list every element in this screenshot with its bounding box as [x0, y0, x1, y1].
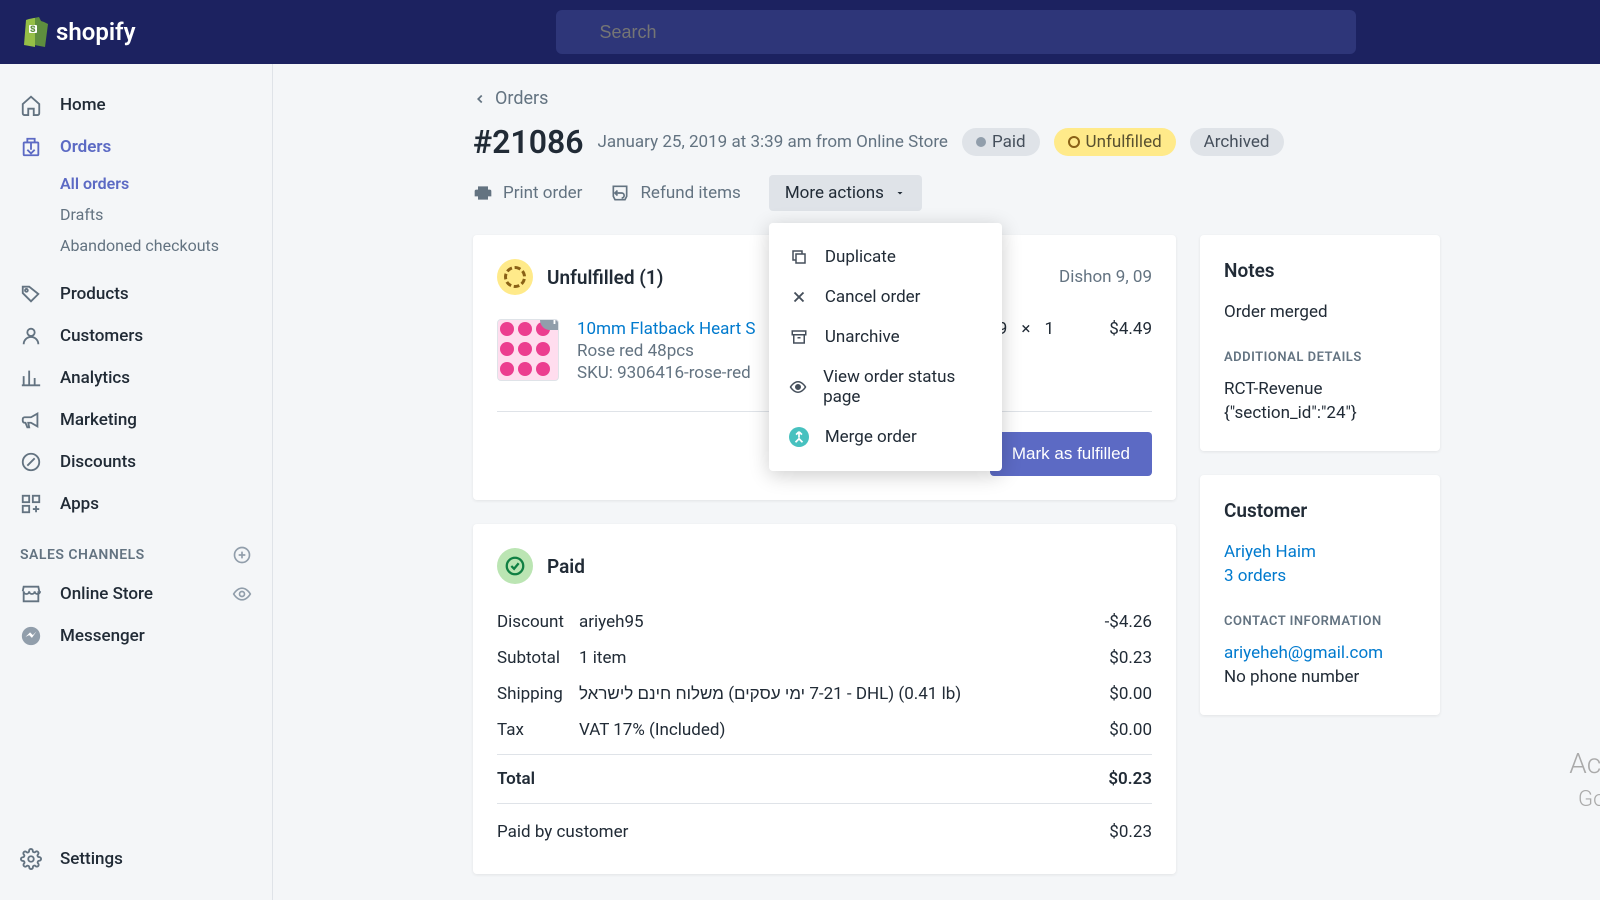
gear-icon — [20, 848, 42, 870]
svg-text:S: S — [30, 25, 36, 35]
product-thumbnail[interactable]: 1 — [497, 319, 559, 381]
customer-orders-link[interactable]: 3 orders — [1224, 566, 1416, 586]
fulfillment-location: Dishon 9, 09 — [1059, 267, 1152, 287]
sidebar: Home Orders All orders Drafts Abandoned … — [0, 64, 273, 900]
fulfillment-heading: Unfulfilled (1) — [547, 266, 663, 289]
brand-text: shopify — [56, 18, 136, 46]
additional-details-title: ADDITIONAL DETAILS — [1224, 350, 1416, 365]
watermark-1: Activ — [1569, 747, 1600, 780]
nav-customers[interactable]: Customers — [0, 315, 272, 357]
paid-card: Paid Discountariyeh95-$4.26 Subtotal1 it… — [473, 524, 1176, 874]
customer-name-link[interactable]: Ariyeh Haim — [1224, 542, 1416, 562]
nav-apps[interactable]: Apps — [0, 483, 272, 525]
customer-phone: No phone number — [1224, 667, 1416, 687]
apps-icon — [20, 493, 42, 515]
badge-archived: Archived — [1190, 128, 1284, 156]
notes-card: Notes Order merged ADDITIONAL DETAILS RC… — [1200, 235, 1440, 451]
contact-info-title: CONTACT INFORMATION — [1224, 614, 1416, 629]
close-icon — [789, 287, 809, 307]
store-icon — [20, 583, 42, 605]
paid-status-icon — [497, 548, 533, 584]
dropdown-unarchive[interactable]: Unarchive — [769, 317, 1002, 357]
dropdown-merge[interactable]: Merge order — [769, 417, 1002, 457]
paid-row-bycustomer: Paid by customer$0.23 — [497, 804, 1152, 850]
megaphone-icon — [20, 409, 42, 431]
nav-products[interactable]: Products — [0, 273, 272, 315]
tag-icon — [20, 283, 42, 305]
dropdown-view-status[interactable]: View order status page — [769, 357, 1002, 417]
watermark-2: Go to — [1578, 787, 1600, 812]
home-icon — [20, 94, 42, 116]
brand-logo[interactable]: S shopify — [20, 16, 136, 48]
print-icon — [473, 183, 493, 203]
customer-email-link[interactable]: ariyeheh@gmail.com — [1224, 643, 1416, 663]
archive-icon — [789, 327, 809, 347]
eye-icon[interactable] — [232, 584, 252, 604]
notes-title: Notes — [1224, 259, 1416, 282]
nav-messenger[interactable]: Messenger — [0, 615, 272, 657]
analytics-icon — [20, 367, 42, 389]
caret-down-icon — [894, 187, 906, 199]
paid-row-tax: TaxVAT 17% (Included)$0.00 — [497, 712, 1152, 748]
order-number: #21086 — [473, 123, 584, 161]
badge-paid: Paid — [962, 128, 1040, 156]
topbar: S shopify — [0, 0, 1600, 64]
orders-icon — [20, 136, 42, 158]
duplicate-icon — [789, 247, 809, 267]
nav-marketing[interactable]: Marketing — [0, 399, 272, 441]
paid-row-total: Total$0.23 — [497, 754, 1152, 804]
customer-title: Customer — [1224, 499, 1416, 522]
nav-home[interactable]: Home — [0, 84, 272, 126]
sales-channels-label: SALES CHANNELS — [0, 525, 272, 573]
mark-fulfilled-button[interactable]: Mark as fulfilled — [990, 432, 1152, 476]
dropdown-cancel[interactable]: Cancel order — [769, 277, 1002, 317]
nav-analytics[interactable]: Analytics — [0, 357, 272, 399]
dropdown-duplicate[interactable]: Duplicate — [769, 237, 1002, 277]
more-actions-dropdown: Duplicate Cancel order Unarchive View or… — [769, 223, 1002, 471]
content-area: Orders #21086 January 25, 2019 at 3:39 a… — [273, 64, 1600, 900]
additional-line-1: RCT-Revenue — [1224, 379, 1416, 399]
nav-discounts[interactable]: Discounts — [0, 441, 272, 483]
nav-abandoned[interactable]: Abandoned checkouts — [0, 230, 272, 261]
refund-icon — [610, 183, 630, 203]
nav-drafts[interactable]: Drafts — [0, 199, 272, 230]
nav-orders[interactable]: Orders — [0, 126, 272, 168]
paid-row-shipping: Shippingמשלוח חינם לישראל (7-21 ימי עסקי… — [497, 676, 1152, 712]
badge-unfulfilled: Unfulfilled — [1054, 128, 1176, 156]
refund-items-button[interactable]: Refund items — [610, 183, 740, 203]
merge-icon — [789, 427, 809, 447]
customer-card: Customer Ariyeh Haim 3 orders CONTACT IN… — [1200, 475, 1440, 715]
search-input[interactable] — [556, 10, 1356, 54]
shopify-bag-icon: S — [20, 16, 48, 48]
additional-line-2: {"section_id":"24"} — [1224, 403, 1416, 423]
paid-row-discount: Discountariyeh95-$4.26 — [497, 604, 1152, 640]
nav-settings[interactable]: Settings — [0, 838, 272, 880]
unfulfilled-status-icon — [497, 259, 533, 295]
add-channel-icon[interactable] — [232, 545, 252, 565]
notes-content: Order merged — [1224, 302, 1416, 322]
person-icon — [20, 325, 42, 347]
order-meta: January 25, 2019 at 3:39 am from Online … — [598, 132, 948, 152]
messenger-icon — [20, 625, 42, 647]
nav-online-store[interactable]: Online Store — [0, 573, 272, 615]
breadcrumb-back[interactable]: Orders — [473, 88, 1440, 109]
discount-icon — [20, 451, 42, 473]
paid-row-subtotal: Subtotal1 item$0.23 — [497, 640, 1152, 676]
eye-icon — [789, 377, 807, 397]
chevron-left-icon — [473, 92, 487, 106]
line-total: $4.49 — [1072, 319, 1152, 339]
print-order-button[interactable]: Print order — [473, 183, 582, 203]
more-actions-button[interactable]: More actions Duplicate Cancel order Unar… — [769, 175, 922, 211]
paid-heading: Paid — [547, 555, 585, 578]
search-box[interactable] — [556, 10, 1356, 54]
nav-all-orders[interactable]: All orders — [0, 168, 272, 199]
